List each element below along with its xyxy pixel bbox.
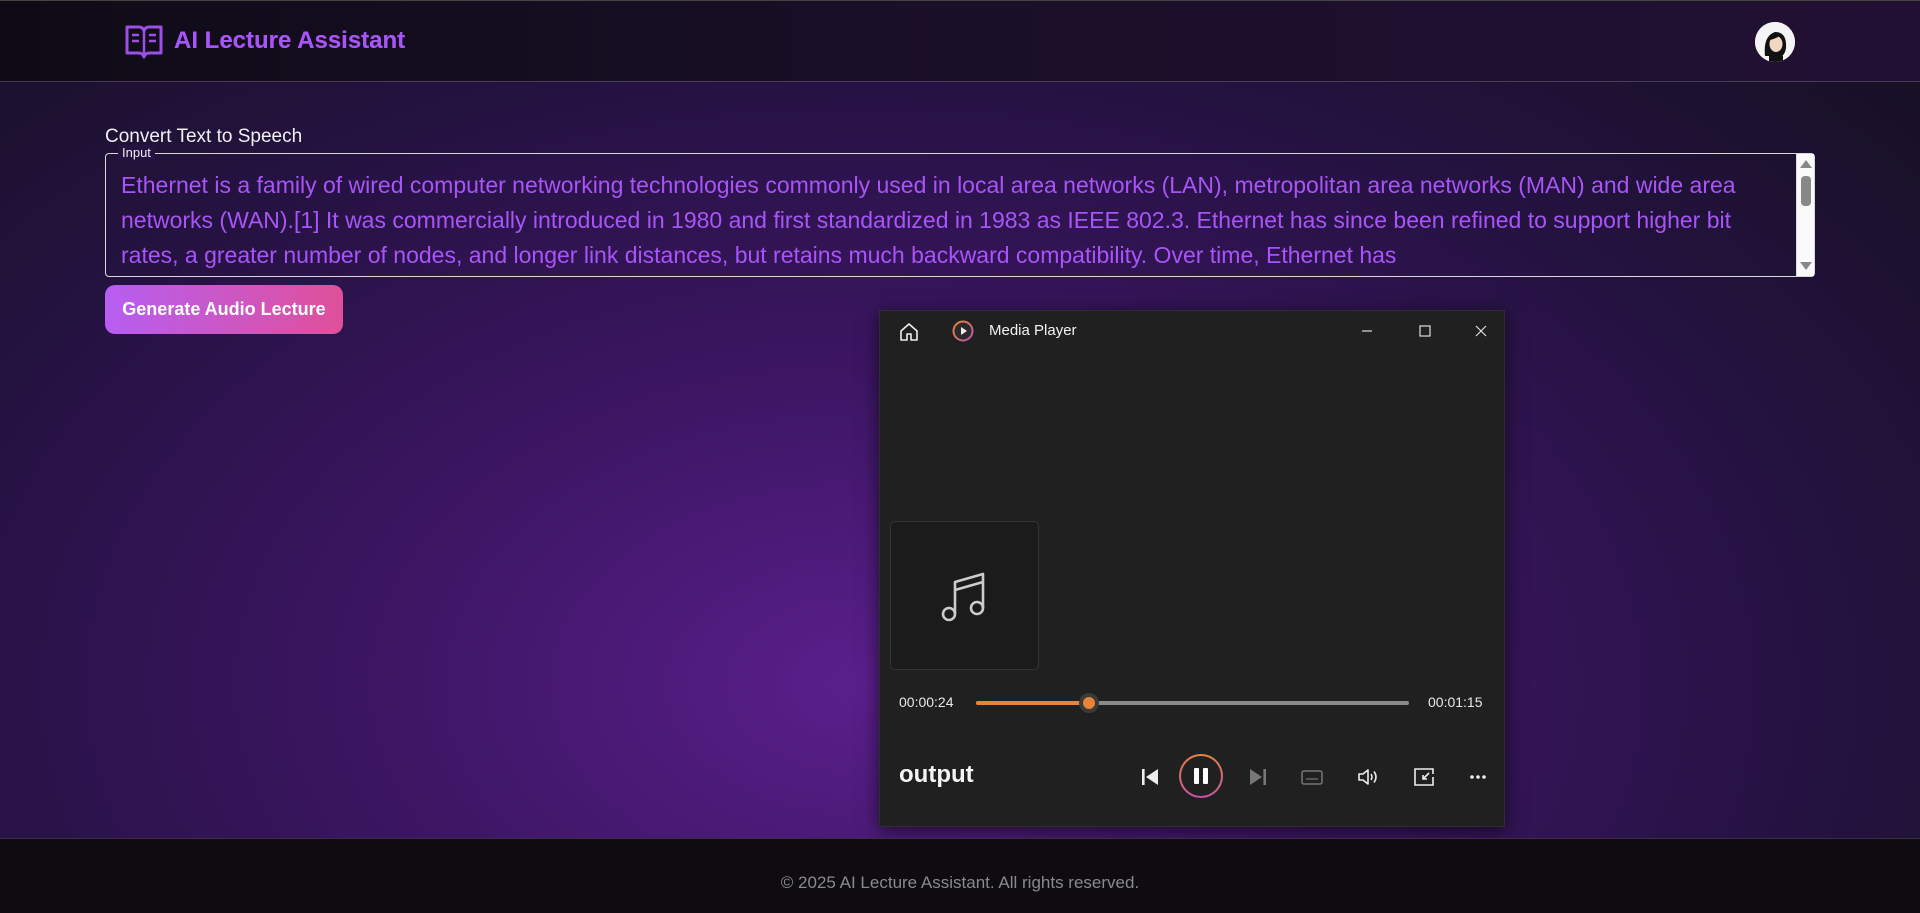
avatar[interactable] bbox=[1755, 22, 1795, 62]
media-player-title: Media Player bbox=[989, 322, 1077, 339]
avatar-image bbox=[1755, 22, 1795, 62]
book-open-icon bbox=[125, 25, 163, 59]
text-input-field[interactable]: Input Ethernet is a family of wired comp… bbox=[105, 145, 1815, 277]
footer-copyright: © 2025 AI Lecture Assistant. All rights … bbox=[780, 873, 1140, 892]
input-scrollbar[interactable] bbox=[1796, 154, 1814, 276]
next-icon[interactable] bbox=[1244, 763, 1272, 791]
seek-bar[interactable] bbox=[976, 693, 1409, 713]
media-player-titlebar[interactable]: Media Player bbox=[880, 311, 1506, 351]
seek-bar-progress bbox=[976, 701, 1089, 705]
home-icon[interactable] bbox=[898, 321, 920, 343]
input-text[interactable]: Ethernet is a family of wired computer n… bbox=[121, 168, 1781, 272]
pause-button[interactable] bbox=[1179, 754, 1223, 798]
captions-icon[interactable] bbox=[1298, 763, 1326, 791]
minimize-icon[interactable] bbox=[1354, 319, 1380, 343]
header: AI Lecture Assistant bbox=[0, 0, 1920, 82]
close-icon[interactable] bbox=[1468, 319, 1494, 343]
seek-thumb[interactable] bbox=[1078, 693, 1099, 713]
music-note-icon bbox=[941, 572, 985, 622]
album-art bbox=[890, 521, 1039, 670]
generate-audio-button[interactable]: Generate Audio Lecture bbox=[105, 285, 343, 334]
media-player-window: Media Player 00:00:24 00:01:15 output bbox=[879, 310, 1505, 827]
more-icon[interactable] bbox=[1464, 763, 1492, 791]
track-name: output bbox=[899, 761, 974, 788]
volume-icon[interactable] bbox=[1354, 763, 1382, 791]
current-time: 00:00:24 bbox=[899, 694, 954, 710]
app-title: AI Lecture Assistant bbox=[174, 27, 406, 54]
mini-player-icon[interactable] bbox=[1410, 763, 1438, 791]
total-time: 00:01:15 bbox=[1428, 694, 1483, 710]
media-player-logo-icon bbox=[952, 320, 974, 342]
maximize-icon[interactable] bbox=[1412, 319, 1438, 343]
scroll-thumb[interactable] bbox=[1801, 176, 1811, 206]
brand[interactable]: AI Lecture Assistant bbox=[124, 23, 405, 59]
pause-icon bbox=[1194, 768, 1208, 784]
input-label: Input bbox=[118, 145, 155, 161]
scroll-up-arrow-icon[interactable] bbox=[1800, 160, 1812, 168]
scroll-down-arrow-icon[interactable] bbox=[1800, 262, 1812, 270]
previous-icon[interactable] bbox=[1136, 763, 1164, 791]
